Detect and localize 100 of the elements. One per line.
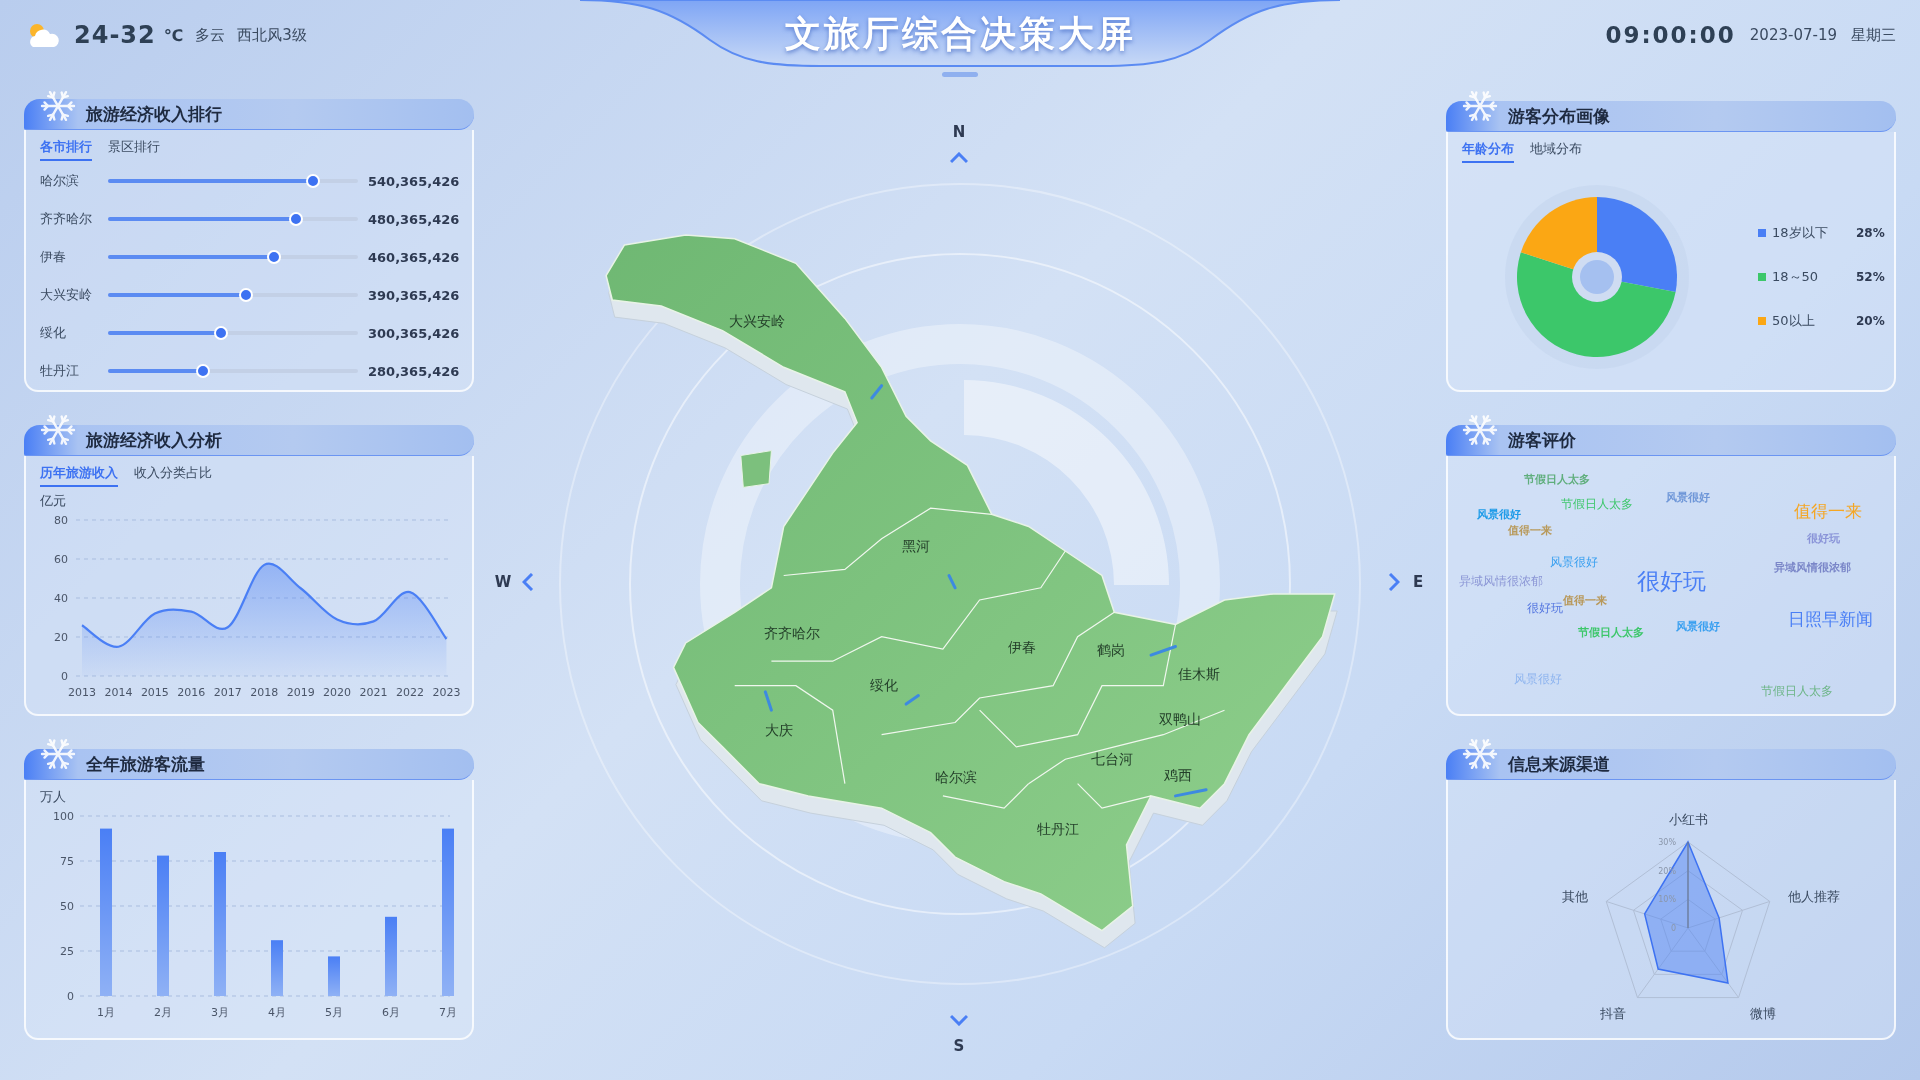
review-keyword: 日照早新闻 [1787,607,1873,631]
income-value: 390,365,426 [368,287,458,303]
clock-time: 09:00:00 [1605,22,1736,48]
dashboard-title: 文旅厅综合决策大屏 [783,12,1137,56]
review-keyword: 异域风情很浓郁 [1773,559,1851,575]
axis-tick-label: 2013 [68,686,96,699]
review-keyword: 节假日人太多 [1578,624,1644,640]
tab[interactable]: 地域分布 [1530,137,1582,163]
axis-tick-label: 2020 [323,686,352,699]
panel-title: 全年旅游客流量 [24,749,474,780]
review-keyword: 很好玩 [1527,600,1563,617]
axis-tick-label: 2021 [359,686,388,699]
compass-label: S [953,1037,965,1055]
panel-title: 信息来源渠道 [1446,749,1896,780]
chevron-left-icon [522,573,534,591]
region-label: 大庆 [765,722,793,740]
income-value: 300,365,426 [368,325,458,341]
radar-axis-label: 他人推荐 [1787,888,1840,904]
region-label: 哈尔滨 [935,769,977,787]
axis-unit-label: 亿元 [40,492,67,510]
income-value: 460,365,426 [368,249,458,265]
temperature-unit: ℃ [163,25,184,45]
axis-tick-label: 0 [67,990,74,1003]
tab[interactable]: 收入分类占比 [134,461,212,487]
review-keyword: 节假日人太多 [1524,471,1590,487]
city-name: 哈尔滨 [40,172,80,190]
date-text: 2023-07-19 [1749,26,1837,44]
region-label: 牡丹江 [1037,821,1079,839]
axis-tick-label: 10% [1658,895,1676,905]
compass-label: N [952,123,966,141]
review-keyword: 节假日人太多 [1561,495,1633,513]
chevron-down-icon [950,1014,968,1026]
panel-title: 旅游经济收入排行 [24,99,474,130]
region-label: 鹤岗 [1097,642,1125,660]
axis-tick-label: 7月 [439,1006,457,1019]
city-name: 齐齐哈尔 [40,210,93,228]
weekday-text: 星期三 [1851,25,1896,45]
review-keyword: 节假日人太多 [1761,682,1833,700]
axis-tick-label: 0 [61,670,68,683]
axis-tick-label: 75 [60,855,74,868]
region-label: 七台河 [1091,751,1133,769]
review-keyword: 很好玩 [1806,530,1840,546]
axis-tick-label: 25 [60,945,74,958]
region-label: 绥化 [870,677,898,695]
review-keyword: 值得一来 [1794,499,1862,523]
axis-tick-label: 2022 [396,686,424,699]
review-keyword: 值得一来 [1563,592,1607,607]
radar-axis-label: 其他 [1562,888,1589,904]
region-label: 黑河 [902,538,930,556]
compass-label: W [494,573,512,591]
radar-axis-label: 微博 [1749,1005,1776,1021]
axis-tick-label: 2017 [213,686,242,699]
axis-tick-label: 4月 [268,1006,286,1019]
region-label: 佳木斯 [1178,666,1220,684]
region-label: 鸡西 [1164,767,1192,785]
axis-tick-label: 50 [60,900,74,913]
axis-tick-label: 6月 [382,1006,400,1019]
legend-label: 18～50 [1772,268,1820,286]
review-keyword: 异域风情很浓郁 [1459,572,1543,590]
axis-tick-label: 3月 [211,1006,229,1019]
income-value: 540,365,426 [368,173,458,189]
donut-center [1580,260,1614,294]
compass-label: E [1412,573,1424,591]
legend-label: 50以上 [1772,312,1816,330]
radar-axis-label: 抖音 [1600,1005,1627,1021]
review-keyword: 风景很好 [1666,489,1710,505]
region-label: 齐齐哈尔 [764,625,820,643]
axis-tick-label: 2月 [154,1006,172,1019]
wind-text: 西北风3级 [237,25,307,45]
tab[interactable]: 景区排行 [108,135,160,161]
legend-percent: 20% [1856,314,1885,328]
axis-tick-label: 80 [54,514,68,527]
panel-title: 旅游经济收入分析 [24,425,474,456]
axis-tick-label: 40 [54,592,68,605]
city-name: 牡丹江 [40,362,80,380]
panel-title: 游客分布画像 [1446,101,1896,132]
income-value: 480,365,426 [368,211,458,227]
axis-tick-label: 2018 [250,686,279,699]
axis-tick-label: 60 [54,553,68,566]
city-name: 伊春 [40,248,67,266]
review-keyword: 值得一来 [1508,522,1552,538]
legend-percent: 52% [1856,270,1885,284]
axis-tick-label: 100 [53,810,74,823]
axis-tick-label: 2023 [432,686,460,699]
weather-condition: 多云 [195,25,226,45]
income-value: 280,365,426 [368,363,458,379]
city-name: 大兴安岭 [40,286,93,304]
bar [271,940,283,996]
bar [328,956,340,996]
axis-tick-label: 30% [1658,838,1676,847]
region-label: 双鸭山 [1159,711,1201,729]
axis-tick-label: 20 [54,631,68,644]
axis-tick-label: 0 [1670,924,1676,933]
legend-percent: 28% [1856,226,1885,240]
region-label: 伊春 [1008,639,1036,657]
legend-label: 18岁以下 [1772,224,1829,242]
chevron-up-icon [950,152,968,164]
review-keyword: 很好玩 [1636,566,1706,596]
axis-unit-label: 万人 [40,788,67,806]
review-keyword: 风景很好 [1477,506,1521,522]
